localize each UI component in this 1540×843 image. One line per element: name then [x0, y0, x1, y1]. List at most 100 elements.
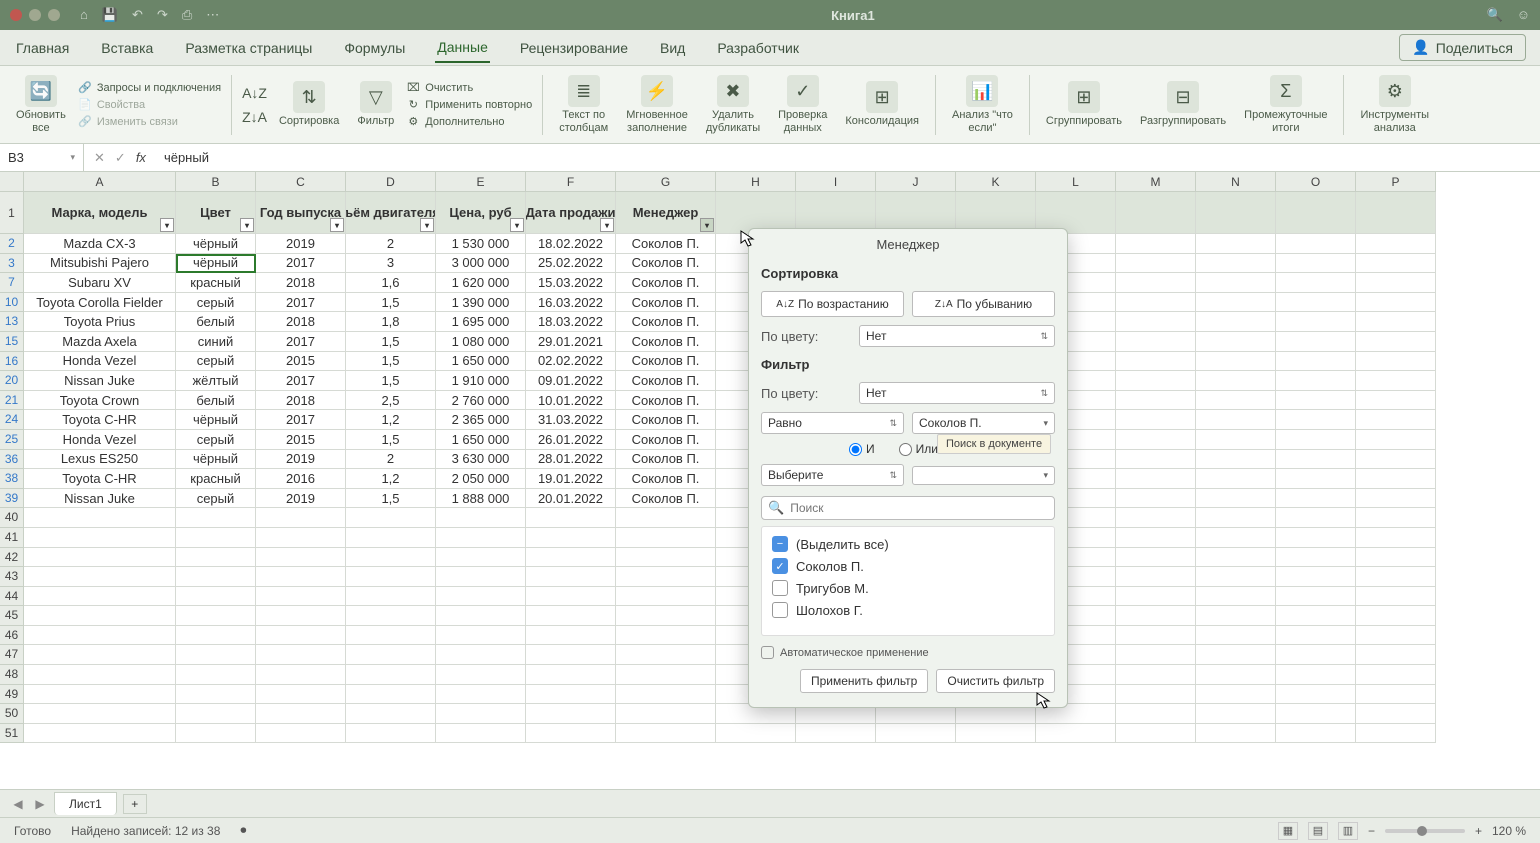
cell[interactable] — [1356, 606, 1436, 626]
cell[interactable] — [1356, 724, 1436, 744]
column-header-G[interactable]: G — [616, 172, 716, 191]
tab-developer[interactable]: Разработчик — [715, 34, 801, 62]
cell[interactable]: 2018 — [256, 391, 346, 411]
cell[interactable] — [1276, 704, 1356, 724]
cell[interactable] — [176, 528, 256, 548]
cell[interactable] — [616, 528, 716, 548]
filter-by-color-select[interactable]: Нет ⇅ — [859, 382, 1055, 404]
cell[interactable] — [346, 528, 436, 548]
cell[interactable] — [1196, 567, 1276, 587]
remove-duplicates-button[interactable]: ✖ Удалить дубликаты — [700, 75, 766, 133]
tab-insert[interactable]: Вставка — [99, 34, 155, 62]
column-header-K[interactable]: K — [956, 172, 1036, 191]
cell[interactable] — [1356, 567, 1436, 587]
window-minimize-button[interactable] — [29, 9, 41, 21]
cell[interactable]: жёлтый — [176, 371, 256, 391]
radio-or-input[interactable] — [899, 443, 912, 456]
cell[interactable] — [1276, 606, 1356, 626]
radio-and-input[interactable] — [849, 443, 862, 456]
cell[interactable] — [526, 508, 616, 528]
cell[interactable]: 2017 — [256, 293, 346, 313]
cell[interactable]: Соколов П. — [616, 332, 716, 352]
cell[interactable] — [256, 528, 346, 548]
cell[interactable]: Subaru XV — [24, 273, 176, 293]
cell[interactable] — [176, 645, 256, 665]
cell[interactable] — [436, 665, 526, 685]
row-header-13[interactable]: 13 — [0, 312, 23, 332]
auto-apply-checkbox[interactable]: Автоматическое применение — [761, 646, 929, 659]
cell[interactable] — [256, 626, 346, 646]
column-header-N[interactable]: N — [1196, 172, 1276, 191]
cell[interactable] — [1116, 273, 1196, 293]
cell[interactable] — [176, 724, 256, 744]
cell[interactable]: Соколов П. — [616, 430, 716, 450]
sheet-prev-button[interactable]: ◀ — [10, 797, 26, 811]
cell[interactable] — [176, 606, 256, 626]
cell[interactable]: 18.02.2022 — [526, 234, 616, 254]
search-icon[interactable]: 🔍 — [1487, 7, 1503, 23]
cell[interactable]: Toyota Corolla Fielder — [24, 293, 176, 313]
cell[interactable] — [1116, 704, 1196, 724]
filter-item-sholohov[interactable]: Шолохов Г. — [768, 599, 1048, 621]
cell[interactable]: Соколов П. — [616, 273, 716, 293]
cell[interactable] — [436, 567, 526, 587]
cell[interactable] — [256, 606, 346, 626]
column-header-C[interactable]: C — [256, 172, 346, 191]
what-if-button[interactable]: 📊 Анализ "что если" — [946, 75, 1019, 133]
filter-dropdown-button[interactable]: ▾ — [700, 218, 714, 232]
cell[interactable] — [176, 587, 256, 607]
cell[interactable]: 20.01.2022 — [526, 489, 616, 509]
cell[interactable] — [526, 567, 616, 587]
cell[interactable] — [176, 508, 256, 528]
select-all-corner[interactable] — [0, 172, 24, 192]
row-header-44[interactable]: 44 — [0, 587, 23, 607]
cell[interactable]: Соколов П. — [616, 312, 716, 332]
cell[interactable] — [1116, 567, 1196, 587]
tab-formulas[interactable]: Формулы — [342, 34, 407, 62]
cell[interactable] — [1116, 312, 1196, 332]
row-header-2[interactable]: 2 — [0, 234, 23, 254]
cell[interactable] — [526, 548, 616, 568]
cell[interactable]: 2019 — [256, 234, 346, 254]
cell[interactable] — [436, 685, 526, 705]
filter-dropdown-button[interactable]: ▾ — [240, 218, 254, 232]
radio-and[interactable]: И — [849, 442, 875, 456]
cell[interactable] — [1196, 332, 1276, 352]
row-header-39[interactable]: 39 — [0, 489, 23, 509]
cell[interactable]: 1 390 000 — [436, 293, 526, 313]
cancel-icon[interactable]: ✕ — [94, 150, 105, 166]
subtotal-button[interactable]: Σ Промежуточные итоги — [1238, 75, 1333, 133]
cell[interactable]: чёрный — [176, 450, 256, 470]
sort-button[interactable]: ⇅ Сортировка — [273, 81, 345, 127]
cell[interactable]: Honda Vezel — [24, 430, 176, 450]
cell[interactable] — [1276, 528, 1356, 548]
filter-button[interactable]: ▽ Фильтр — [351, 81, 400, 127]
cell[interactable]: красный — [176, 469, 256, 489]
filter-value-select[interactable]: Соколов П. ▾ — [912, 412, 1055, 434]
cell[interactable]: Honda Vezel — [24, 352, 176, 372]
cell[interactable]: 25.02.2022 — [526, 254, 616, 274]
cell[interactable] — [1356, 371, 1436, 391]
cell[interactable] — [526, 587, 616, 607]
row-header-43[interactable]: 43 — [0, 567, 23, 587]
cell[interactable] — [1116, 685, 1196, 705]
cell[interactable]: Соколов П. — [616, 352, 716, 372]
cell[interactable]: серый — [176, 430, 256, 450]
cell[interactable]: Mitsubishi Pajero — [24, 254, 176, 274]
cell[interactable] — [1116, 234, 1196, 254]
cell[interactable] — [1276, 293, 1356, 313]
cell[interactable] — [256, 665, 346, 685]
cell[interactable] — [1116, 626, 1196, 646]
cell[interactable] — [1196, 606, 1276, 626]
cell[interactable] — [1276, 665, 1356, 685]
cell[interactable]: 1 888 000 — [436, 489, 526, 509]
filter-select-all[interactable]: − (Выделить все) — [768, 533, 1048, 555]
cell[interactable]: белый — [176, 391, 256, 411]
sort-ascending-button[interactable]: A↓Z По возрастанию — [761, 291, 904, 317]
cell[interactable] — [1356, 352, 1436, 372]
cell[interactable] — [436, 548, 526, 568]
cell[interactable] — [1196, 234, 1276, 254]
feedback-icon[interactable]: ☺ — [1517, 7, 1530, 23]
filter-operator2-select[interactable]: Выберите ⇅ — [761, 464, 904, 486]
flash-fill-button[interactable]: ⚡ Мгновенное заполнение — [620, 75, 694, 133]
